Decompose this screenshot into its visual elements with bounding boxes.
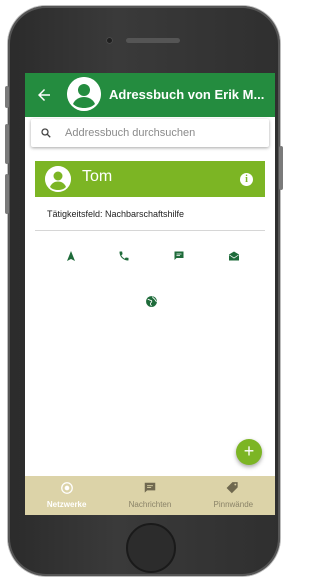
add-button[interactable]: +	[236, 439, 262, 465]
mail-icon	[229, 251, 239, 261]
mute-switch	[5, 86, 9, 108]
network-icon	[60, 482, 73, 494]
navigate-icon	[67, 251, 75, 261]
earpiece-speaker	[126, 38, 180, 43]
contact-name: Tom	[82, 168, 113, 185]
message-button[interactable]	[170, 247, 188, 265]
search-bar[interactable]	[31, 119, 269, 147]
person-avatar-icon	[45, 166, 71, 192]
app-header: Adressbuch von Erik M...	[25, 73, 275, 117]
nav-label: Nachrichten	[128, 500, 172, 509]
page-title: Adressbuch von Erik M...	[109, 87, 265, 102]
contact-header[interactable]: Tom i	[35, 161, 265, 197]
globe-icon	[145, 295, 157, 307]
app-screen: Adressbuch von Erik M... Tom i Tätigkeit…	[25, 73, 275, 515]
chat-icon	[174, 251, 184, 260]
bottom-nav: Netzwerke Nachrichten Pinnwände	[25, 476, 275, 515]
nav-tab-nachrichten[interactable]: Nachrichten	[108, 476, 191, 515]
divider	[35, 230, 265, 231]
chat-icon	[144, 482, 156, 493]
power-button	[279, 146, 283, 190]
home-button[interactable]	[126, 523, 176, 573]
phone-icon	[119, 251, 129, 261]
nav-tab-pinnwaende[interactable]: Pinnwände	[192, 476, 275, 515]
website-button[interactable]	[142, 292, 160, 310]
front-camera	[106, 37, 113, 44]
volume-up-button	[5, 124, 9, 164]
nav-tab-netzwerke[interactable]: Netzwerke	[25, 476, 108, 515]
mail-button[interactable]	[225, 247, 243, 265]
navigate-button[interactable]	[62, 247, 80, 265]
search-icon	[41, 128, 51, 138]
activity-field-text: Tätigkeitsfeld: Nachbarschaftshilfe	[47, 209, 185, 219]
nav-label: Netzwerke	[46, 500, 87, 509]
arrow-left-icon[interactable]	[35, 86, 53, 104]
call-button[interactable]	[115, 247, 133, 265]
person-avatar-icon	[67, 77, 101, 111]
nav-label: Pinnwände	[213, 500, 254, 509]
tag-icon	[226, 482, 238, 494]
volume-down-button	[5, 174, 9, 214]
info-icon[interactable]: i	[240, 173, 253, 186]
search-input[interactable]	[65, 125, 260, 141]
